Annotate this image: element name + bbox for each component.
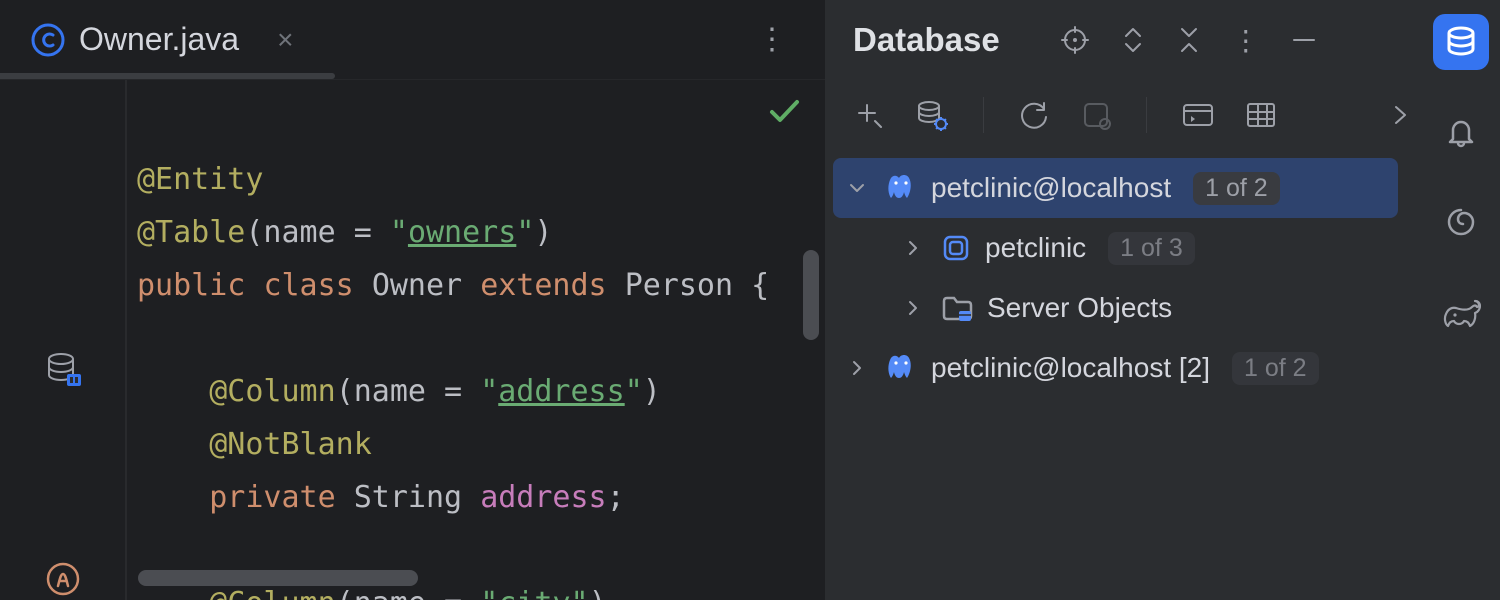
- inspections-ok-icon[interactable]: [767, 94, 801, 128]
- expand-icon[interactable]: [1120, 25, 1146, 55]
- minimize-icon[interactable]: [1290, 26, 1318, 54]
- add-datasource-icon[interactable]: [853, 99, 885, 131]
- code-annotation: @NotBlank: [209, 427, 372, 462]
- tree-node-label: petclinic@localhost [2]: [931, 352, 1210, 384]
- database-tool-window: Database ⋮: [825, 0, 1500, 600]
- toolbar-separator: [1146, 97, 1147, 133]
- chevron-down-icon[interactable]: [843, 177, 871, 199]
- open-console-icon[interactable]: [1181, 100, 1215, 130]
- tree-node-label: petclinic: [985, 232, 1086, 264]
- code-string-link[interactable]: owners: [408, 215, 516, 250]
- notifications-button[interactable]: [1433, 104, 1489, 160]
- database-toolwindow-button[interactable]: [1433, 14, 1489, 70]
- code-annotation: @Column: [209, 586, 335, 600]
- stop-icon: [1080, 99, 1112, 131]
- editor-vertical-scrollbar[interactable]: [803, 250, 819, 340]
- code-annotation: @Table: [137, 215, 245, 250]
- target-icon[interactable]: [1060, 25, 1090, 55]
- datasource-properties-icon[interactable]: [915, 98, 949, 132]
- folder-icon: [941, 293, 973, 323]
- toolbar-separator: [983, 97, 984, 133]
- tree-node-label: Server Objects: [987, 292, 1172, 324]
- chevron-right-icon[interactable]: [899, 237, 927, 259]
- class-file-icon: [31, 23, 65, 57]
- datasource-node-petclinic[interactable]: petclinic@localhost 1 of 2: [833, 158, 1398, 218]
- table-view-icon[interactable]: [1245, 100, 1277, 130]
- editor-horizontal-scrollbar[interactable]: [138, 570, 418, 586]
- database-toolbar: [825, 80, 1422, 150]
- editor-body: @Entity @Table(name = "owners") public c…: [0, 80, 825, 600]
- code-field: address: [480, 480, 606, 515]
- close-tab-icon[interactable]: ×: [277, 24, 293, 56]
- editor-tab-owner-java[interactable]: Owner.java ×: [25, 0, 313, 79]
- schema-node-petclinic[interactable]: petclinic 1 of 3: [833, 218, 1398, 278]
- schema-icon: [941, 233, 971, 263]
- refresh-icon[interactable]: [1018, 99, 1050, 131]
- database-tree: petclinic@localhost 1 of 2 petclinic 1 o…: [825, 150, 1422, 398]
- postgres-icon: [885, 352, 917, 384]
- chevron-right-icon[interactable]: [843, 357, 871, 379]
- editor-gutter: [0, 80, 125, 600]
- code-area[interactable]: @Entity @Table(name = "owners") public c…: [125, 80, 825, 600]
- code-string-link[interactable]: address: [498, 374, 624, 409]
- code-annotation: @Entity: [137, 162, 263, 197]
- count-badge: 1 of 2: [1193, 172, 1280, 205]
- tree-node-label: petclinic@localhost: [931, 172, 1171, 204]
- datasource-node-petclinic-2[interactable]: petclinic@localhost [2] 1 of 2: [833, 338, 1398, 398]
- code-annotation: @Column: [209, 374, 335, 409]
- database-gutter-icon[interactable]: [43, 350, 83, 390]
- right-tool-strip: [1422, 0, 1500, 600]
- editor-tab-bar: Owner.java × ⋮: [0, 0, 825, 80]
- chevron-right-icon[interactable]: [899, 297, 927, 319]
- more-options-icon[interactable]: ⋮: [1232, 24, 1260, 57]
- database-title: Database: [853, 21, 1000, 59]
- editor-tab-title: Owner.java: [79, 21, 239, 58]
- gradle-button[interactable]: [1433, 284, 1489, 340]
- toolbar-overflow-icon[interactable]: [1390, 100, 1410, 130]
- code-string-link[interactable]: city: [498, 586, 570, 600]
- editor-pane: Owner.java × ⋮ @Entity @Table(name = "ow…: [0, 0, 825, 600]
- tab-overflow-menu-icon[interactable]: ⋮: [757, 22, 785, 57]
- server-objects-node[interactable]: Server Objects: [833, 278, 1398, 338]
- autowired-gutter-icon[interactable]: [44, 560, 82, 598]
- count-badge: 1 of 2: [1232, 352, 1319, 385]
- count-badge: 1 of 3: [1108, 232, 1195, 265]
- collapse-icon[interactable]: [1176, 25, 1202, 55]
- database-header: Database ⋮: [825, 0, 1422, 80]
- swirl-button[interactable]: [1433, 194, 1489, 250]
- postgres-icon: [885, 172, 917, 204]
- tab-underline: [0, 73, 335, 79]
